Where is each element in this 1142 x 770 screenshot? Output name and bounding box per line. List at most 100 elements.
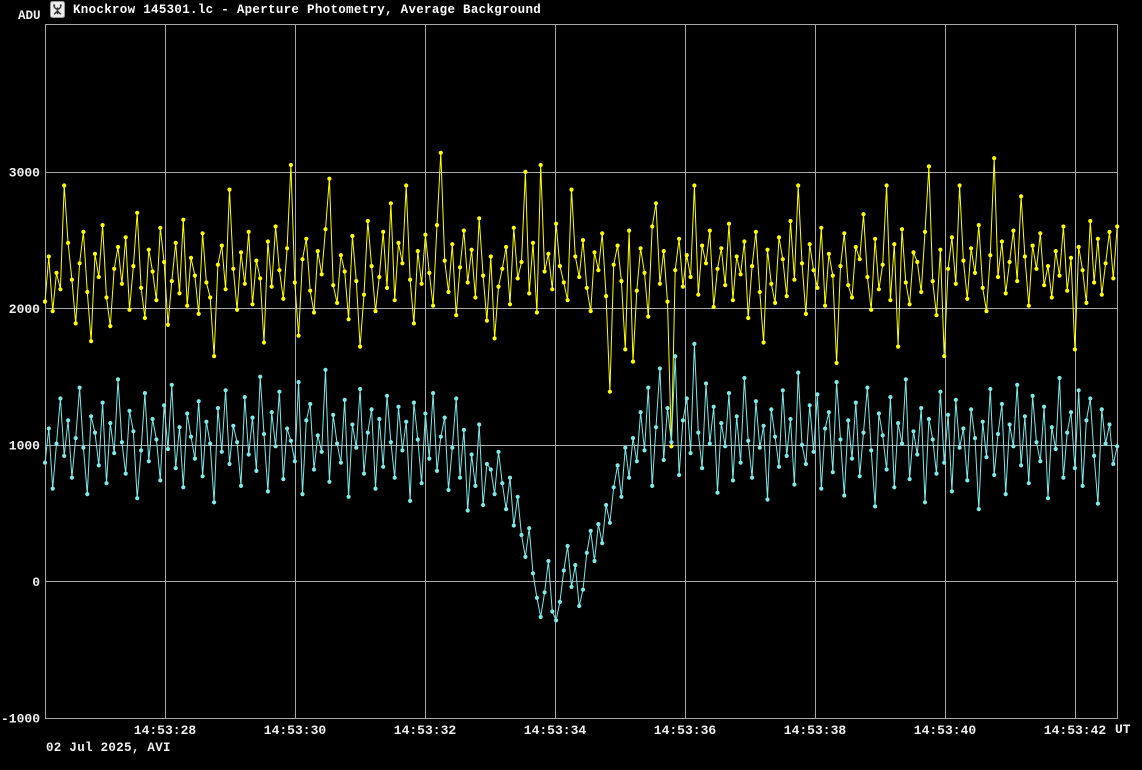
data-point <box>516 276 520 280</box>
lightcurve-plot[interactable]: 3000200010000-100014:53:2814:53:3014:53:… <box>0 0 1142 770</box>
data-point <box>704 381 708 385</box>
data-point <box>343 398 347 402</box>
data-point <box>485 319 489 323</box>
data-point <box>619 495 623 499</box>
data-point <box>616 244 620 248</box>
data-point <box>458 476 462 480</box>
data-point <box>984 309 988 313</box>
data-point <box>323 368 327 372</box>
data-point <box>216 406 220 410</box>
data-point <box>104 481 108 485</box>
data-point <box>335 301 339 305</box>
data-point <box>535 310 539 314</box>
data-point <box>47 254 51 258</box>
data-point <box>1023 254 1027 258</box>
data-point <box>466 508 470 512</box>
data-point <box>358 345 362 349</box>
data-point <box>946 413 950 417</box>
data-point <box>412 401 416 405</box>
data-point <box>262 432 266 436</box>
data-point <box>573 254 577 258</box>
data-point <box>604 503 608 507</box>
data-point <box>127 308 131 312</box>
data-point <box>785 454 789 458</box>
data-point <box>120 282 124 286</box>
data-point <box>592 559 596 563</box>
data-point <box>385 394 389 398</box>
data-point <box>108 324 112 328</box>
data-point <box>347 495 351 499</box>
data-point <box>808 403 812 407</box>
data-point <box>662 249 666 253</box>
data-point <box>696 293 700 297</box>
data-point <box>692 183 696 187</box>
data-point <box>1027 481 1031 485</box>
data-point <box>689 451 693 455</box>
data-point <box>992 473 996 477</box>
data-point <box>639 410 643 414</box>
data-point <box>777 465 781 469</box>
data-point <box>715 491 719 495</box>
data-point <box>162 403 166 407</box>
data-point <box>1023 414 1027 418</box>
data-point <box>908 477 912 481</box>
data-point <box>527 526 531 530</box>
data-point <box>300 492 304 496</box>
data-point <box>1027 304 1031 308</box>
data-point <box>546 559 550 563</box>
data-point <box>658 366 662 370</box>
data-point <box>539 163 543 167</box>
data-point <box>781 257 785 261</box>
data-point <box>235 308 239 312</box>
data-point <box>516 495 520 499</box>
data-point <box>1104 442 1108 446</box>
data-point <box>224 388 228 392</box>
data-point <box>873 504 877 508</box>
data-point <box>181 218 185 222</box>
data-point <box>519 260 523 264</box>
data-point <box>631 436 635 440</box>
data-point <box>350 422 354 426</box>
data-point <box>101 223 105 227</box>
data-point <box>89 339 93 343</box>
data-point <box>500 267 504 271</box>
data-point <box>362 293 366 297</box>
data-point <box>293 459 297 463</box>
data-point <box>965 478 969 482</box>
data-point <box>177 425 181 429</box>
data-point <box>427 457 431 461</box>
data-point <box>89 414 93 418</box>
data-point <box>1042 405 1046 409</box>
data-point <box>746 316 750 320</box>
data-point <box>600 541 604 545</box>
data-point <box>124 472 128 476</box>
data-point <box>885 183 889 187</box>
data-point <box>312 310 316 314</box>
data-point <box>235 440 239 444</box>
data-point <box>1096 502 1100 506</box>
data-point <box>320 450 324 454</box>
data-point <box>1046 264 1050 268</box>
y-tick-label: 1000 <box>9 438 40 453</box>
data-point <box>877 287 881 291</box>
data-point <box>631 360 635 364</box>
data-point <box>266 489 270 493</box>
data-point <box>496 285 500 289</box>
data-point <box>1034 267 1038 271</box>
data-point <box>581 588 585 592</box>
data-point <box>247 452 251 456</box>
data-point <box>739 461 743 465</box>
data-point <box>201 474 205 478</box>
data-point <box>189 435 193 439</box>
data-point <box>1054 447 1058 451</box>
data-point <box>589 529 593 533</box>
data-point <box>308 289 312 293</box>
data-point <box>1073 466 1077 470</box>
data-point <box>162 260 166 264</box>
data-point <box>677 237 681 241</box>
data-point <box>381 230 385 234</box>
data-point <box>1061 476 1065 480</box>
data-point <box>1031 394 1035 398</box>
data-point <box>477 216 481 220</box>
data-point <box>804 462 808 466</box>
